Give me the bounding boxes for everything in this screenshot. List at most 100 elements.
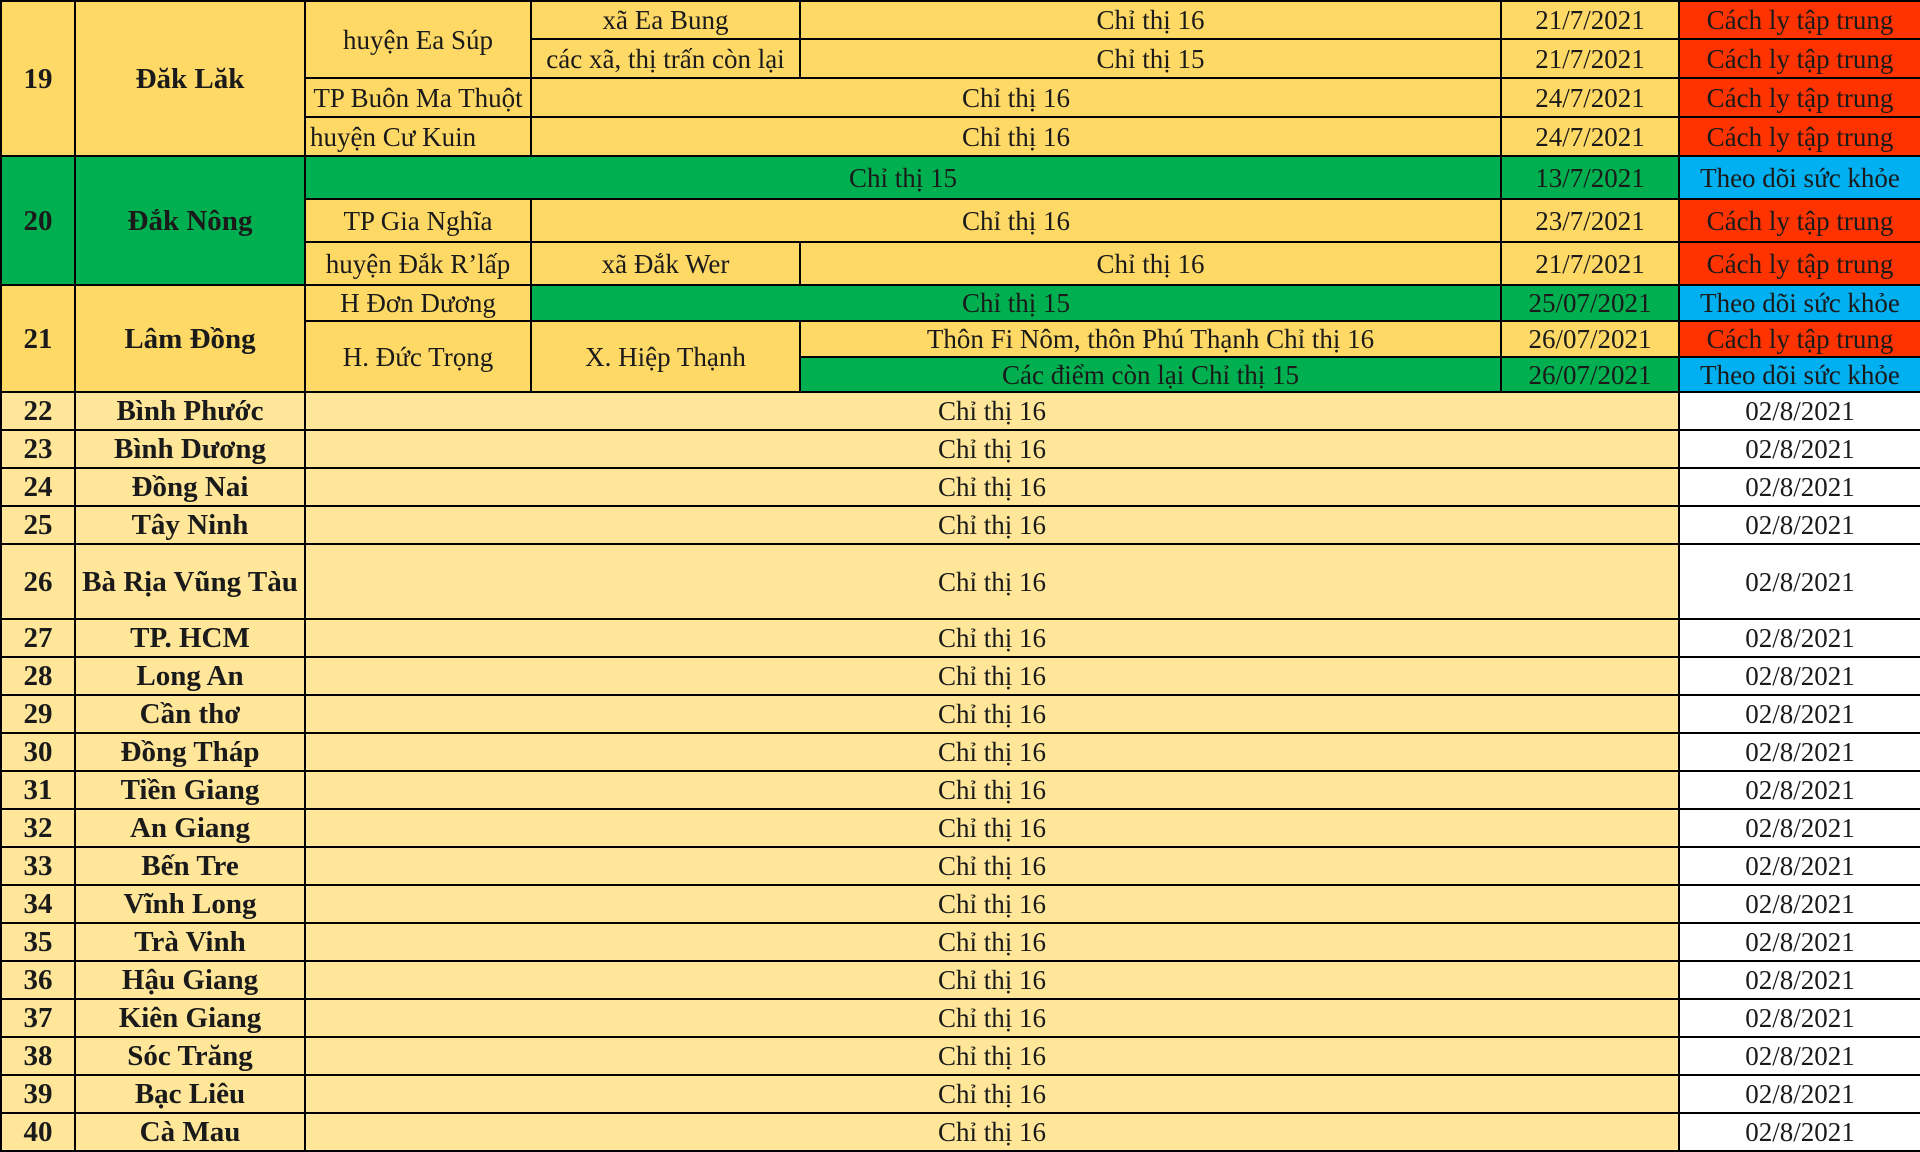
measure-cell: H Đơn Dương (304, 284, 532, 322)
row-number: 34 (0, 884, 76, 924)
date-cell: 02/8/2021 (1678, 1036, 1920, 1076)
measure-cell: Chỉ thị 16 (304, 998, 1680, 1038)
table-row: 33Bến TreChỉ thị 1602/8/2021Cách ly tập … (0, 846, 1920, 886)
date-cell: 02/8/2021 (1678, 543, 1920, 620)
measure-cell: Chỉ thị 15 (530, 284, 1502, 322)
row-number: 38 (0, 1036, 76, 1076)
province-name: Bình Phước (74, 391, 306, 431)
measure-cell: huyện Ea Súp (304, 0, 532, 79)
table-row: 39Bạc LiêuChỉ thị 1602/8/2021Cách ly tập… (0, 1074, 1920, 1114)
table-row: 26Bà Rịa Vũng TàuChỉ thị 1602/8/2021Cách… (0, 543, 1920, 620)
status-cell: Cách ly tập trung (1678, 0, 1920, 40)
measure-cell: Chỉ thị 16 (530, 198, 1502, 243)
date-cell: 02/8/2021 (1678, 1112, 1920, 1152)
status-cell: Cách ly tập trung (1678, 38, 1920, 79)
measure-cell: Chỉ thị 16 (304, 1112, 1680, 1152)
measure-cell: Chỉ thị 16 (304, 618, 1680, 658)
table-row: 19 Đăk Lăk huyện Ea Súp xã Ea Bung Chỉ thị 1… (0, 0, 1920, 157)
date-cell: 26/07/2021 (1500, 320, 1680, 358)
table-row: 31Tiền GiangChỉ thị 1602/8/2021Cách ly t… (0, 770, 1920, 810)
province-name: Cà Mau (74, 1112, 306, 1152)
measure-cell: Chỉ thị 16 (304, 732, 1680, 772)
table-row: 24Đồng NaiChỉ thị 1602/8/2021Cách ly tập… (0, 467, 1920, 507)
row-number: 31 (0, 770, 76, 810)
measure-cell: Chỉ thị 16 (304, 960, 1680, 1000)
row-number: 19 (0, 0, 76, 157)
row-number: 33 (0, 846, 76, 886)
measure-cell: H. Đức Trọng (304, 320, 532, 393)
row-number: 27 (0, 618, 76, 658)
measure-cell: X. Hiệp Thạnh (530, 320, 801, 393)
table-row: 27TP. HCMChỉ thị 1602/8/2021Cách ly tập … (0, 618, 1920, 658)
measure-cell: Chỉ thị 16 (304, 1036, 1680, 1076)
measure-cell: Chỉ thị 16 (799, 241, 1502, 286)
row-number: 37 (0, 998, 76, 1038)
date-cell: 26/07/2021 (1500, 356, 1680, 393)
measure-cell: xã Ea Bung (530, 0, 801, 40)
row-number: 22 (0, 391, 76, 431)
date-cell: 24/7/2021 (1500, 116, 1680, 157)
status-cell: Cách ly tập trung (1678, 198, 1920, 243)
row-number: 39 (0, 1074, 76, 1114)
table-row: 35Trà VinhChỉ thị 1602/8/2021Cách ly tập… (0, 922, 1920, 962)
measure-cell: Chỉ thị 16 (304, 846, 1680, 886)
date-cell: 02/8/2021 (1678, 391, 1920, 431)
status-cell: Theo dõi sức khỏe (1678, 284, 1920, 322)
measure-cell: Chỉ thị 16 (304, 505, 1680, 545)
table-row: 34Vĩnh LongChỉ thị 1602/8/2021Cách ly tậ… (0, 884, 1920, 924)
table-row: 20 Đắk Nông Chỉ thị 15 13/7/2021 Theo dõi sứ… (0, 155, 1920, 286)
table-row: 28Long AnChỉ thị 1602/8/2021Cách ly tập … (0, 656, 1920, 696)
measure-cell: Chỉ thị 16 (304, 543, 1680, 620)
measure-cell: Chỉ thị 16 (304, 1074, 1680, 1114)
date-cell: 02/8/2021 (1678, 808, 1920, 848)
measure-cell: huyện Cư Kuin (304, 116, 532, 157)
province-name: Tiền Giang (74, 770, 306, 810)
province-name: Đắk Nông (74, 155, 306, 286)
row-number: 29 (0, 694, 76, 734)
date-cell: 21/7/2021 (1500, 241, 1680, 286)
status-cell: Theo dõi sức khỏe (1678, 356, 1920, 393)
row-number: 26 (0, 543, 76, 620)
province-name: TP. HCM (74, 618, 306, 658)
table-row: 21 Lâm Đồng H Đơn Dương Chỉ thị 15 25/07/202… (0, 284, 1920, 393)
table-row: 40Cà MauChỉ thị 1602/8/2021Cách ly tập t… (0, 1112, 1920, 1152)
measure-cell: Các điểm còn lại Chỉ thị 15 (799, 356, 1502, 393)
measure-cell: Chỉ thị 15 (304, 155, 1502, 200)
status-cell: Theo dõi sức khỏe (1678, 155, 1920, 200)
measure-cell: huyện Đắk R’lấp (304, 241, 532, 286)
row-number: 24 (0, 467, 76, 507)
date-cell: 21/7/2021 (1500, 0, 1680, 40)
date-cell: 02/8/2021 (1678, 618, 1920, 658)
table-row: 22Bình PhướcChỉ thị 1602/8/2021Cách ly t… (0, 391, 1920, 431)
province-name: Vĩnh Long (74, 884, 306, 924)
measure-cell: xã Đắk Wer (530, 241, 801, 286)
province-name: Sóc Trăng (74, 1036, 306, 1076)
row-number: 32 (0, 808, 76, 848)
measure-cell: Chỉ thị 16 (304, 884, 1680, 924)
date-cell: 02/8/2021 (1678, 998, 1920, 1038)
row-number: 28 (0, 656, 76, 696)
table-row: 23Bình DươngChỉ thị 1602/8/2021Cách ly t… (0, 429, 1920, 469)
row-number: 30 (0, 732, 76, 772)
status-cell: Cách ly tập trung (1678, 320, 1920, 358)
date-cell: 02/8/2021 (1678, 1074, 1920, 1114)
row-number: 20 (0, 155, 76, 286)
date-cell: 02/8/2021 (1678, 884, 1920, 924)
date-cell: 25/07/2021 (1500, 284, 1680, 322)
table-row: 29Cần thơChỉ thị 1602/8/2021Cách ly tập … (0, 694, 1920, 734)
date-cell: 02/8/2021 (1678, 846, 1920, 886)
measure-cell: Chỉ thị 16 (304, 391, 1680, 431)
row-number: 21 (0, 284, 76, 393)
province-name: Trà Vinh (74, 922, 306, 962)
status-cell: Cách ly tập trung (1678, 77, 1920, 118)
row-number: 40 (0, 1112, 76, 1152)
row-number: 23 (0, 429, 76, 469)
province-name: Bến Tre (74, 846, 306, 886)
row-number: 35 (0, 922, 76, 962)
province-name: Đồng Tháp (74, 732, 306, 772)
measure-cell: Chỉ thị 16 (304, 922, 1680, 962)
province-name: Lâm Đồng (74, 284, 306, 393)
date-cell: 02/8/2021 (1678, 467, 1920, 507)
measure-cell: Chỉ thị 16 (304, 467, 1680, 507)
table-body: 19 Đăk Lăk huyện Ea Súp xã Ea Bung Chỉ thị 1… (0, 0, 1920, 1152)
